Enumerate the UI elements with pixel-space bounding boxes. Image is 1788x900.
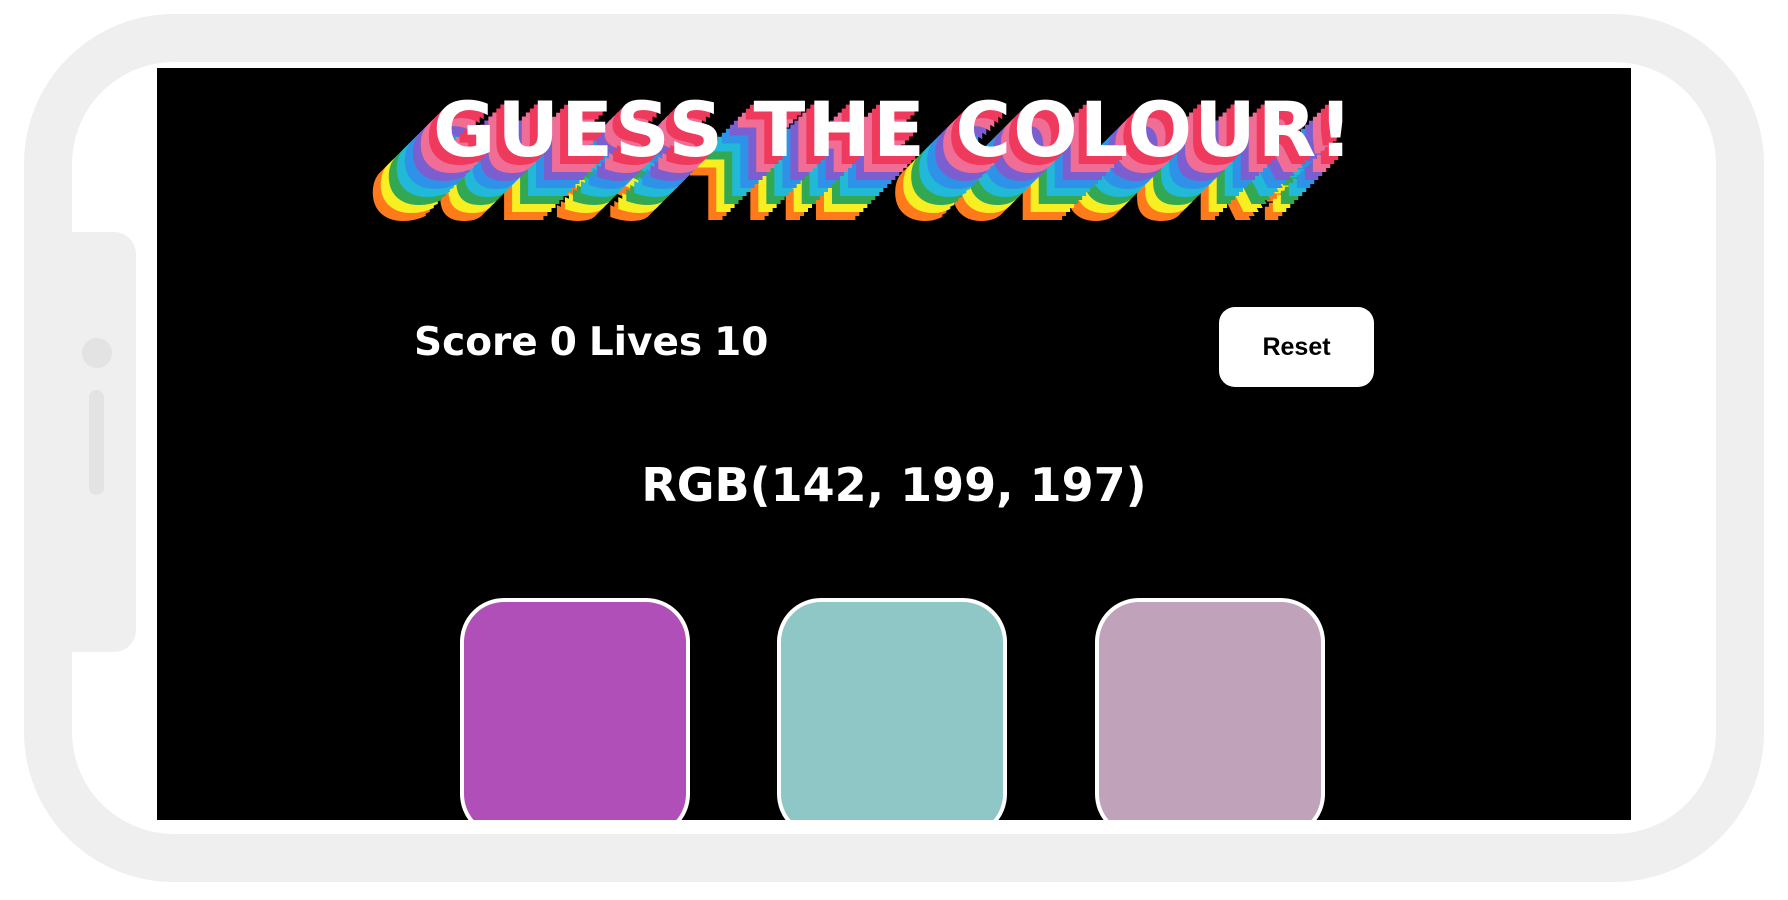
score-lives-bar: Score 0 Lives 10 [414,320,780,365]
lives-value: 10 [714,320,769,365]
page-title: GUESS THE COLOUR! [433,85,1355,174]
reset-button[interactable]: Reset [1219,307,1374,387]
lives-label: Lives [588,320,703,365]
color-swatch-3[interactable] [1095,598,1325,820]
device-side-button [24,232,136,652]
title-container: GUESS THE COLOUR! [157,84,1631,175]
device-speaker-line [89,390,104,495]
color-swatch-1[interactable] [460,598,690,820]
device-camera-dot [82,338,112,368]
game-screen: GUESS THE COLOUR! Score 0 Lives 10 Reset RG… [157,68,1631,820]
score-label: Score [414,320,538,365]
color-swatch-2[interactable] [777,598,1007,820]
score-value: 0 [549,320,577,365]
target-rgb-label: RGB(142, 199, 197) [641,458,1147,512]
